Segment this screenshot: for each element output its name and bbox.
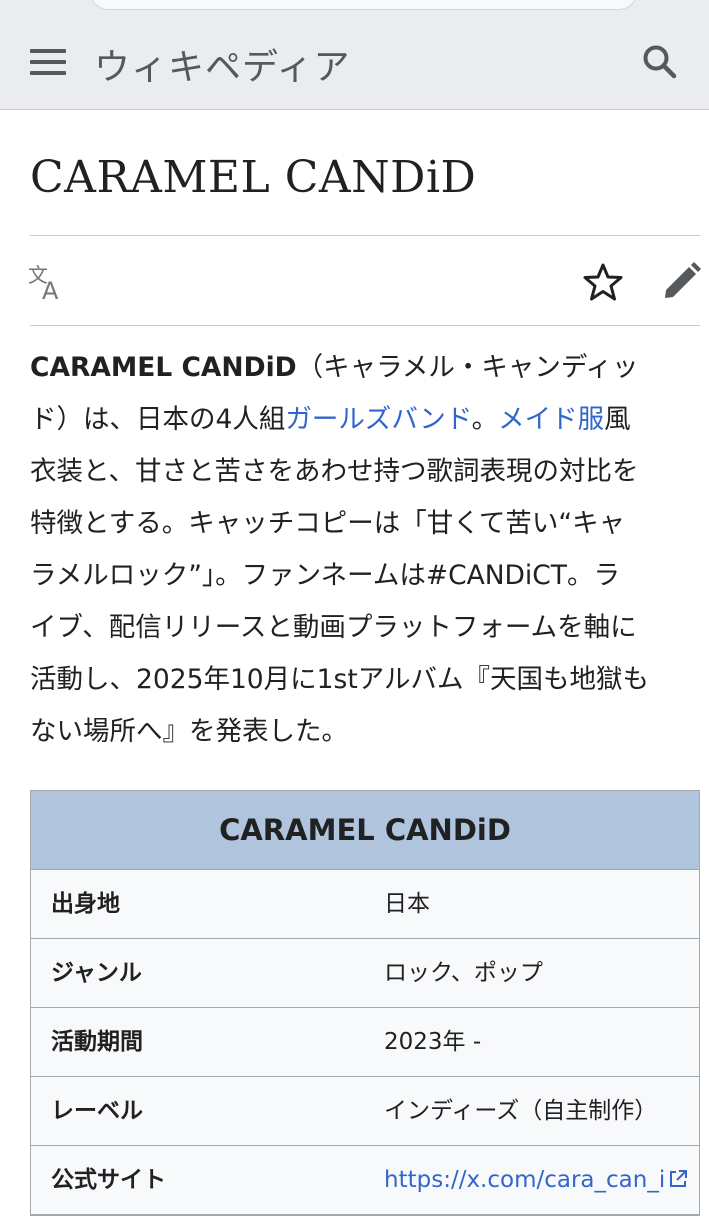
article-text: （キャラメル・キャンディッ	[296, 352, 639, 383]
article-text: ド）は、日本の4人組	[30, 404, 286, 435]
star-icon[interactable]	[582, 261, 624, 303]
infobox-value: 日本	[384, 891, 430, 917]
hamburger-menu-icon[interactable]	[30, 49, 66, 75]
infobox-row-active-years: 活動期間 2023年 -	[31, 1008, 699, 1077]
svg-text:A: A	[42, 277, 59, 302]
actions-divider	[30, 325, 700, 326]
article-text: 風	[604, 404, 631, 435]
translate-icon[interactable]: 文 A	[28, 262, 68, 305]
infobox-label: 出身地	[51, 891, 120, 917]
infobox-label: 活動期間	[51, 1029, 143, 1055]
article-line: イブ、配信リリースと動画プラットフォームを軸に	[30, 612, 637, 643]
article-line: 衣装と、甘さと苦さをあわせ持つ歌詞表現の対比を	[30, 456, 639, 487]
article-line: ない場所へ』を発表した。	[30, 716, 348, 747]
infobox-value: インディーズ（自主制作）	[384, 1098, 658, 1124]
article-line: CARAMEL CANDiD（キャラメル・キャンディッ	[30, 346, 709, 398]
infobox-label: ジャンル	[51, 960, 142, 986]
infobox-value: https://x.com/cara_can_i	[384, 1146, 688, 1216]
infobox-row-website: 公式サイト https://x.com/cara_can_i	[31, 1146, 699, 1215]
article-line: 特徴とする。キャッチコピーは「甘くて苦い“キャ	[30, 508, 626, 539]
infobox-row-origin: 出身地 日本	[31, 870, 699, 939]
infobox-label: 公式サイト	[51, 1167, 166, 1193]
infobox: CARAMEL CANDiD 出身地 日本 ジャンル ロック、ポップ 活動期間 …	[30, 790, 700, 1216]
article-line: 活動し、2025年10月に1stアルバム『天国も地獄も	[30, 664, 649, 695]
site-wordmark[interactable]: ウィキペディア	[94, 38, 350, 90]
article-intro: CARAMEL CANDiD（キャラメル・キャンディッ ド）は、日本の4人組ガー…	[30, 346, 709, 762]
page-title: CARAMEL CANDiD	[30, 152, 477, 203]
infobox-row-label: レーベル インディーズ（自主制作）	[31, 1077, 699, 1146]
title-divider	[30, 235, 700, 236]
infobox-value: 2023年 -	[384, 1029, 482, 1055]
site-header: ウィキペディア	[0, 12, 709, 110]
article-line: ド）は、日本の4人組ガールズバンド。メイド服風	[30, 398, 709, 450]
pencil-icon[interactable]	[660, 261, 702, 303]
infobox-label: レーベル	[51, 1098, 143, 1124]
external-link-icon	[668, 1148, 688, 1216]
infobox-title: CARAMEL CANDiD	[31, 791, 699, 870]
official-site-link[interactable]: https://x.com/cara_can_i	[384, 1167, 665, 1193]
girls-band-link[interactable]: ガールズバンド	[285, 404, 471, 435]
infobox-row-genre: ジャンル ロック、ポップ	[31, 939, 699, 1008]
browser-address-pill[interactable]	[90, 0, 637, 10]
article-text: 。	[471, 404, 499, 435]
browser-top-strip	[0, 0, 709, 12]
maid-outfit-link[interactable]: メイド服	[498, 404, 604, 435]
article-line: ラメルロック”」。ファンネームは#CANDiCT。ラ	[30, 560, 620, 591]
search-icon[interactable]	[640, 42, 680, 82]
infobox-value: ロック、ポップ	[384, 960, 543, 986]
article-subject: CARAMEL CANDiD	[30, 352, 297, 383]
